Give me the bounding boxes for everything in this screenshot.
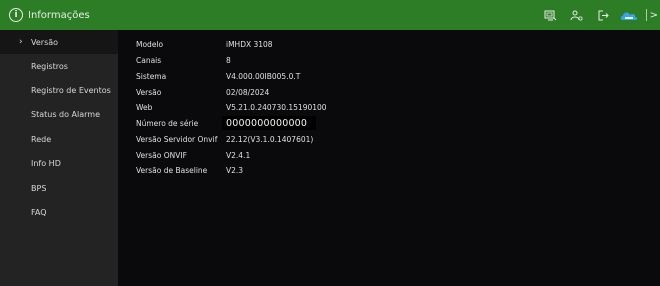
toolbar-divider [645, 9, 647, 21]
sidebar-item-status-do-alarme[interactable]: Status do Alarme [0, 102, 118, 126]
info-key: Sistema [136, 71, 167, 81]
sidebar-item-label: BPS [31, 183, 47, 193]
info-panel: Modelo iMHDX 3108 Canais 8 Sistema V4.00… [118, 30, 660, 286]
title-bar: i Informações > [0, 0, 660, 30]
info-value: V2.4.1 [226, 150, 251, 160]
sidebar-item-label: Registros [31, 61, 68, 71]
logout-icon[interactable] [592, 0, 614, 30]
info-key: Web [136, 102, 153, 112]
monitor-icon[interactable] [540, 0, 562, 30]
sidebar-item-registro-de-eventos[interactable]: Registro de Eventos [0, 78, 118, 102]
sidebar: › Versão Registros Registro de Eventos S… [0, 30, 118, 286]
sidebar-item-label: Versão [31, 37, 59, 47]
info-key: Número de série [136, 118, 199, 128]
window-title: Informações [28, 9, 90, 21]
sidebar-item-faq[interactable]: FAQ [0, 200, 118, 224]
more-icon[interactable]: > [650, 10, 658, 21]
sidebar-item-registros[interactable]: Registros [0, 54, 118, 78]
info-value: V5.21.0.240730.15190100 [226, 102, 327, 112]
info-key: Canais [136, 55, 162, 65]
info-key: Modelo [136, 39, 164, 49]
title-bar-actions: > [536, 0, 660, 30]
info-value: 02/08/2024 [226, 87, 270, 97]
info-value: 22.12(V3.1.0.1407601) [226, 134, 314, 144]
sidebar-item-info-hd[interactable]: Info HD [0, 151, 118, 175]
info-icon: i [9, 8, 23, 22]
info-key: Versão ONVIF [136, 150, 187, 160]
user-icon[interactable] [566, 0, 588, 30]
info-value: iMHDX 3108 [226, 39, 273, 49]
serial-number-field: 0000000000000 [222, 116, 316, 130]
info-key: Versão [136, 87, 162, 97]
sidebar-item-rede[interactable]: Rede [0, 127, 118, 151]
sidebar-item-label: Registro de Eventos [31, 85, 111, 95]
info-key: Versão de Baseline [136, 165, 208, 175]
sidebar-item-label: Rede [31, 134, 52, 144]
sidebar-item-label: Info HD [31, 158, 61, 168]
info-value: V2.3 [226, 165, 244, 175]
info-key: Versão Servidor Onvif [136, 134, 218, 144]
chevron-right-icon: › [19, 37, 23, 47]
sidebar-item-label: Status do Alarme [31, 109, 101, 119]
sidebar-item-label: FAQ [31, 207, 47, 217]
sidebar-item-bps[interactable]: BPS [0, 176, 118, 200]
info-value: V4.000.00IB005.0.T [226, 71, 301, 81]
info-value: 8 [226, 55, 231, 65]
sidebar-item-versao[interactable]: › Versão [0, 30, 118, 54]
cloud-icon[interactable] [618, 0, 640, 30]
